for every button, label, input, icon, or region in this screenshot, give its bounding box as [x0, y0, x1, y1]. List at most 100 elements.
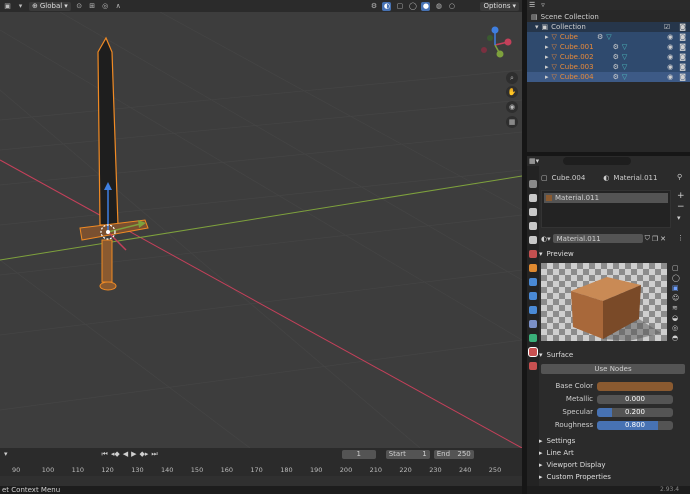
outliner-item[interactable]: ▸ ▽ Cube.001 ⚙ ▽ ◉ ◙	[527, 42, 690, 52]
snap-icon[interactable]: ⊞	[88, 2, 97, 11]
shaderball-preview-icon[interactable]: ◒	[672, 314, 680, 322]
xray-icon[interactable]: ▢	[395, 2, 404, 11]
solid-shading-icon[interactable]: ●	[421, 1, 431, 11]
scene-collection-row[interactable]: ▤ Scene Collection	[527, 12, 690, 22]
editor-type-icon[interactable]: ▦▾	[529, 157, 539, 165]
outliner-item[interactable]: ▸ ▽ Cube ⚙ ▽ ◉ ◙	[527, 32, 690, 42]
outliner-item[interactable]: ▸ ▽ Cube.004 ⚙ ▽ ◉ ◙	[527, 72, 690, 82]
filter-icon[interactable]: ▿	[541, 1, 545, 9]
value-slider[interactable]: 0.800	[597, 421, 673, 430]
cube-preview-icon[interactable]: ▣	[672, 284, 680, 292]
material-slot-list[interactable]: Material.011	[541, 190, 671, 228]
editor-type-icon[interactable]: ☰	[529, 1, 535, 9]
add-slot-button[interactable]: +	[677, 191, 685, 201]
modifier-tab-icon[interactable]	[529, 278, 537, 286]
render-tab-icon[interactable]	[529, 194, 537, 202]
use-nodes-button[interactable]: Use Nodes	[541, 364, 685, 374]
transform-orientation-dropdown[interactable]: ⊕ Global ▾	[29, 1, 71, 11]
timeline-track[interactable]	[0, 476, 522, 486]
base-color-field[interactable]	[597, 382, 673, 391]
collapsed-section-header[interactable]: ▸ Custom Properties	[539, 472, 611, 482]
fake-user-icon[interactable]: ⛉	[645, 234, 650, 243]
camera-icon[interactable]: ◙	[679, 53, 686, 61]
camera-icon[interactable]: ◙	[679, 33, 686, 41]
eye-icon[interactable]: ◉	[667, 33, 673, 41]
scene-tab-icon[interactable]	[529, 236, 537, 244]
search-input[interactable]	[563, 157, 632, 165]
eye-icon[interactable]: ◉	[667, 53, 673, 61]
camera-icon[interactable]: ◙	[679, 63, 686, 71]
options-button[interactable]: Options ▾	[480, 1, 519, 11]
eye-icon[interactable]: ◉	[667, 43, 673, 51]
monkey-preview-icon[interactable]: ☺	[672, 294, 680, 302]
material-browse-icon[interactable]: ◐▾	[541, 235, 551, 243]
collapsed-section-header[interactable]: ▸ Settings	[539, 436, 575, 446]
collapsed-section-header[interactable]: ▸ Viewport Display	[539, 460, 606, 470]
object-tab-icon[interactable]	[529, 264, 537, 272]
outliner-item[interactable]: ▸ ▽ Cube.002 ⚙ ▽ ◉ ◙	[527, 52, 690, 62]
material-name-field[interactable]: Material.011	[552, 234, 643, 243]
area-divider[interactable]	[522, 0, 527, 494]
physics-tab-icon[interactable]	[529, 306, 537, 314]
pivot-icon[interactable]: ⊙	[75, 2, 84, 11]
particles-tab-icon[interactable]	[529, 292, 537, 300]
falloff-icon[interactable]: ∧	[114, 2, 123, 11]
sphere-preview-icon[interactable]: ◯	[672, 274, 680, 282]
rendered-shading-icon[interactable]: ○	[447, 2, 456, 11]
close-icon[interactable]: ✕	[660, 235, 666, 243]
grid-toggle-icon[interactable]: ▦	[506, 116, 518, 128]
zoom-icon[interactable]: ⌕	[506, 72, 518, 84]
eye-icon[interactable]: ◉	[667, 73, 673, 81]
proportional-edit-icon[interactable]: ◎	[101, 2, 110, 11]
value-slider[interactable]: 0.200	[597, 408, 673, 417]
expand-arrow-icon[interactable]: ▸	[545, 53, 549, 61]
dropdown-icon[interactable]: ▾	[16, 2, 25, 11]
overlay-icon[interactable]: ◐	[382, 1, 392, 11]
duplicate-icon[interactable]: ❐	[652, 235, 658, 243]
constraints-tab-icon[interactable]	[529, 320, 537, 328]
pin-icon[interactable]: ⚲	[677, 173, 682, 181]
fluid-preview-icon[interactable]: ◓	[672, 334, 680, 342]
camera-icon[interactable]: ◉	[506, 101, 518, 113]
camera-icon[interactable]: ◙	[679, 23, 686, 31]
expand-arrow-icon[interactable]: ▸	[545, 73, 549, 81]
expand-arrow-icon[interactable]: ▸	[545, 33, 549, 41]
timeline: ▾ ⏮ ◂◆ ◀ ▶ ◆▸ ⏭ 1 Start 1 End 250 90 100 1…	[0, 448, 690, 494]
outliner-item[interactable]: ▸ ▽ Cube.003 ⚙ ▽ ◉ ◙	[527, 62, 690, 72]
checkbox-icon[interactable]: ☑	[664, 23, 670, 31]
data-tab-icon[interactable]	[529, 334, 537, 342]
value-slider[interactable]: 0.000	[597, 395, 673, 404]
material-slot[interactable]: Material.011	[544, 193, 668, 203]
field-label: Specular	[562, 408, 593, 416]
expand-arrow-icon[interactable]: ▸	[545, 43, 549, 51]
view-layer-tab-icon[interactable]	[529, 222, 537, 230]
hand-pan-icon[interactable]: ✋	[506, 86, 518, 98]
tool-tab-icon[interactable]	[529, 180, 537, 188]
navigation-gizmo[interactable]	[470, 20, 520, 70]
texture-tab-icon[interactable]	[529, 362, 537, 370]
transform-orientation-label: Global	[39, 2, 63, 10]
preview-section-header[interactable]: ▾ Preview	[539, 249, 574, 259]
eye-icon[interactable]: ◉	[667, 63, 673, 71]
expand-arrow-icon[interactable]: ▸	[545, 63, 549, 71]
slot-menu-icon[interactable]: ▾	[677, 214, 681, 222]
collection-row[interactable]: ▾ ▣ Collection ☑ ◙	[527, 22, 690, 32]
node-icon[interactable]: ⋮	[677, 234, 684, 242]
world-tab-icon[interactable]	[529, 250, 537, 258]
material-shading-icon[interactable]: ◍	[434, 2, 443, 11]
material-tab-icon[interactable]	[528, 347, 538, 357]
cloth-preview-icon[interactable]: ◎	[672, 324, 680, 332]
remove-slot-button[interactable]: −	[677, 202, 685, 212]
object-mode-icon[interactable]: ▣	[3, 2, 12, 11]
3d-viewport[interactable]: ▣ ▾ ⊕ Global ▾ ⊙ ⊞ ◎ ∧ ⚙ ◐ ▢ ◯ ● ◍ ○ Opt…	[0, 0, 522, 448]
camera-icon[interactable]: ◙	[679, 73, 686, 81]
show-gizmo-icon[interactable]: ⚙	[369, 2, 378, 11]
wireframe-shading-icon[interactable]: ◯	[408, 2, 417, 11]
plane-preview-icon[interactable]: ▢	[672, 264, 680, 272]
area-divider[interactable]	[527, 152, 690, 156]
collapsed-section-header[interactable]: ▸ Line Art	[539, 448, 574, 458]
hair-preview-icon[interactable]: ≋	[672, 304, 680, 312]
output-tab-icon[interactable]	[529, 208, 537, 216]
surface-section-header[interactable]: ▾ Surface	[539, 350, 573, 360]
camera-icon[interactable]: ◙	[679, 43, 686, 51]
